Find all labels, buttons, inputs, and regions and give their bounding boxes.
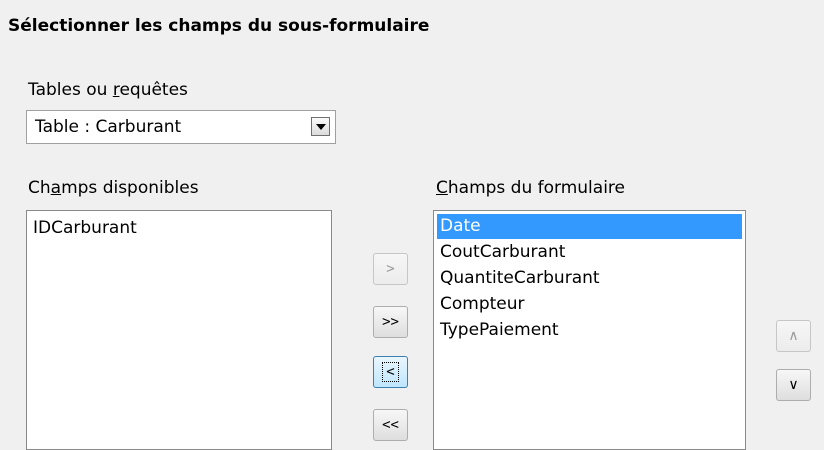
tables-select-value: Table : Carburant	[35, 117, 182, 137]
list-item[interactable]: CoutCarburant	[434, 239, 745, 265]
page-title: Sélectionner les champs du sous-formulai…	[8, 16, 430, 36]
list-item[interactable]: Compteur	[434, 291, 745, 317]
remove-field-button[interactable]: <	[373, 356, 408, 388]
add-all-fields-button[interactable]: >>	[373, 306, 408, 338]
list-item[interactable]: QuantiteCarburant	[434, 265, 745, 291]
available-fields-label: Champs disponibles	[28, 178, 199, 198]
tables-label: Tables ou requêtes	[28, 80, 188, 100]
chevron-down-icon[interactable]	[311, 117, 330, 136]
form-fields-label: Champs du formulaire	[436, 178, 625, 198]
list-item[interactable]: IDCarburant	[27, 215, 331, 241]
move-up-button[interactable]: ∧	[776, 320, 811, 352]
remove-all-fields-button[interactable]: <<	[373, 409, 408, 441]
form-fields-list[interactable]: Date CoutCarburant QuantiteCarburant Com…	[433, 210, 746, 450]
tables-select[interactable]: Table : Carburant	[26, 110, 336, 144]
add-field-button[interactable]: >	[373, 253, 408, 285]
list-item[interactable]: TypePaiement	[434, 317, 745, 343]
list-item[interactable]: Date	[437, 214, 742, 239]
available-fields-list[interactable]: IDCarburant	[26, 210, 332, 450]
move-down-button[interactable]: ∨	[776, 369, 811, 401]
